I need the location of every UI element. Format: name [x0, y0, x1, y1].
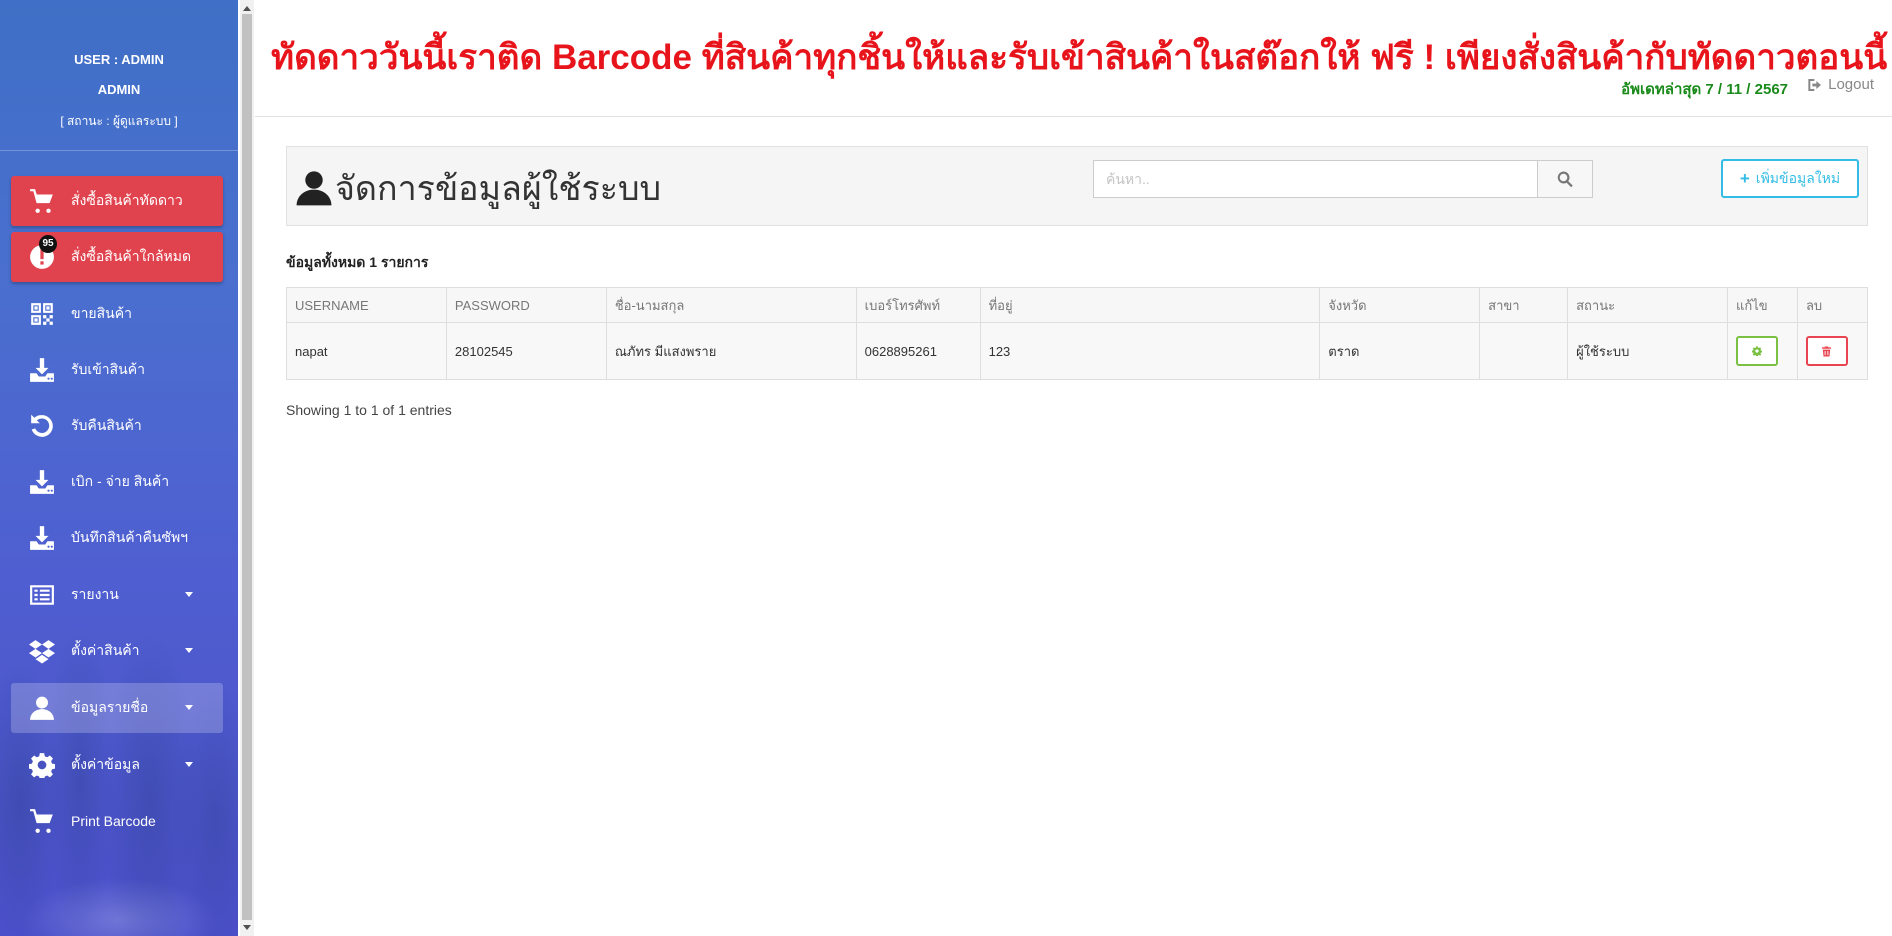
gear-icon: [27, 750, 57, 780]
cell-branch: [1479, 322, 1569, 380]
column-header: ลบ: [1796, 287, 1869, 323]
page-title-text: จัดการข้อมูลผู้ใช้ระบบ: [335, 170, 662, 208]
cell-password: 28102545: [445, 322, 607, 380]
sidebar-item-return[interactable]: รับคืนสินค้า: [11, 401, 223, 451]
cell-delete: [1796, 322, 1869, 380]
page-title: จัดการข้อมูลผู้ใช้ระบบ: [295, 161, 661, 215]
delete-button[interactable]: [1805, 336, 1848, 366]
sidebar-scrollbar[interactable]: [240, 0, 254, 936]
sidebar-item-label: ข้อมูลรายชื่อ: [71, 699, 149, 715]
sidebar-item-label: รับคืนสินค้า: [71, 417, 142, 433]
download-icon: [27, 467, 57, 497]
column-header[interactable]: USERNAME: [286, 287, 447, 323]
sidebar: USER : ADMIN ADMIN [ สถานะ : ผู้ดูแลระบบ…: [0, 0, 238, 936]
cell-phone: 0628895261: [855, 322, 981, 380]
add-new-button[interactable]: + เพิ่มข้อมูลใหม่: [1721, 159, 1859, 198]
cart-icon: [27, 806, 57, 836]
column-header[interactable]: PASSWORD: [445, 287, 607, 323]
sidebar-item-label: ตั้งค่าข้อมูล: [71, 756, 140, 772]
total-count: ข้อมูลทั้งหมด 1 รายการ: [286, 254, 429, 270]
add-new-label: เพิ่มข้อมูลใหม่: [1755, 169, 1841, 186]
download-icon: [27, 523, 57, 553]
sidebar-item-label: รายงาน: [71, 586, 119, 602]
download-icon: [27, 355, 57, 385]
cell-edit: [1726, 322, 1798, 380]
scrollbar-thumb[interactable]: [242, 14, 252, 920]
sidebar-item-label: รับเข้าสินค้า: [71, 361, 145, 377]
search-input[interactable]: [1093, 160, 1538, 198]
sidebar-item-reports[interactable]: รายงาน: [11, 570, 223, 620]
search-icon: [1557, 171, 1573, 188]
column-header: แก้ไข: [1726, 287, 1798, 323]
column-header[interactable]: ที่อยู่: [979, 287, 1321, 323]
chevron-down-icon: [185, 648, 193, 653]
column-header[interactable]: เบอร์โทรศัพท์: [855, 287, 981, 323]
list-icon: [27, 580, 57, 610]
column-header[interactable]: ชื่อ-นามสกุล: [605, 287, 857, 323]
logout-link[interactable]: Logout: [1807, 76, 1874, 93]
cell-fullname: ณภัทร มีแสงพราย: [605, 322, 857, 380]
sidebar-item-order-taddao[interactable]: สั่งซื้อสินค้าทัดดาว: [11, 176, 223, 226]
scroll-down-icon[interactable]: [243, 925, 251, 930]
chevron-down-icon: [185, 592, 193, 597]
sidebar-item-data-settings[interactable]: ตั้งค่าข้อมูล: [11, 740, 223, 790]
header: ทัดดาววันนี้เราติด Barcode ที่สินค้าทุกช…: [255, 0, 1892, 117]
sidebar-item-contacts[interactable]: ข้อมูลรายชื่อ: [11, 683, 223, 733]
chevron-down-icon: [185, 762, 193, 767]
user-name: USER : ADMIN: [74, 52, 164, 67]
sidebar-item-order-low-stock[interactable]: 95 สั่งซื้อสินค้าใกล้หมด: [11, 232, 223, 282]
scroll-up-icon[interactable]: [243, 6, 251, 11]
column-header[interactable]: สถานะ: [1567, 287, 1728, 323]
sidebar-item-receive[interactable]: รับเข้าสินค้า: [11, 345, 223, 395]
sidebar-item-product-settings[interactable]: ตั้งค่าสินค้า: [11, 626, 223, 676]
trash-icon: [1822, 345, 1832, 357]
chevron-down-icon: [185, 705, 193, 710]
last-updated: อัพเดทล่าสุด 7 / 11 / 2567: [1621, 81, 1788, 98]
table-row: napat 28102545 ณภัทร มีแสงพราย 062889526…: [286, 322, 1869, 380]
qrcode-icon: [27, 299, 57, 329]
sidebar-item-withdraw[interactable]: เบิก - จ่าย สินค้า: [11, 457, 223, 507]
sidebar-item-label: ตั้งค่าสินค้า: [71, 642, 140, 658]
sidebar-item-print-barcode[interactable]: Print Barcode: [11, 796, 223, 846]
user-status: [ สถานะ : ผู้ดูแลระบบ ]: [60, 114, 178, 128]
user-info: USER : ADMIN ADMIN [ สถานะ : ผู้ดูแลระบบ…: [0, 0, 238, 151]
gear-icon: [1751, 346, 1762, 356]
dropbox-icon: [27, 636, 57, 666]
logout-icon: [1808, 78, 1822, 91]
user-icon: [27, 693, 57, 723]
cell-status: ผู้ใช้ระบบ: [1567, 322, 1728, 380]
search-button[interactable]: [1537, 160, 1593, 198]
user-icon: [296, 171, 332, 206]
sidebar-item-label: ขายสินค้า: [71, 305, 132, 321]
column-header[interactable]: จังหวัด: [1319, 287, 1481, 323]
sidebar-item-sell[interactable]: ขายสินค้า: [11, 289, 223, 339]
column-header[interactable]: สาขา: [1479, 287, 1569, 323]
cart-icon: [27, 186, 57, 216]
edit-button[interactable]: [1735, 336, 1778, 366]
logout-label: Logout: [1828, 76, 1874, 93]
low-stock-badge: 95: [39, 235, 57, 253]
sidebar-item-label: เบิก - จ่าย สินค้า: [71, 473, 170, 489]
users-table: USERNAME PASSWORD ชื่อ-นามสกุล เบอร์โทรศ…: [286, 287, 1869, 380]
cell-username: napat: [286, 322, 447, 380]
sidebar-item-supplier-return[interactable]: บันทึกสินค้าคืนซัพฯ: [11, 513, 223, 563]
sidebar-item-label: สั่งซื้อสินค้าทัดดาว: [71, 192, 183, 208]
cell-address: 123: [979, 322, 1321, 380]
sidebar-item-label: บันทึกสินค้าคืนซัพฯ: [71, 529, 189, 545]
user-role: ADMIN: [97, 82, 141, 97]
cell-province: ตราด: [1319, 322, 1481, 380]
plus-icon: +: [1739, 168, 1750, 188]
page-header-panel: จัดการข้อมูลผู้ใช้ระบบ + เพิ่มข้อมูลใหม่: [286, 146, 1868, 226]
table-header-row: USERNAME PASSWORD ชื่อ-นามสกุล เบอร์โทรศ…: [286, 287, 1869, 323]
sidebar-item-label: Print Barcode: [71, 813, 156, 829]
pagination-info: Showing 1 to 1 of 1 entries: [286, 402, 452, 418]
sidebar-item-label: สั่งซื้อสินค้าใกล้หมด: [71, 248, 192, 264]
undo-icon: [27, 411, 57, 441]
